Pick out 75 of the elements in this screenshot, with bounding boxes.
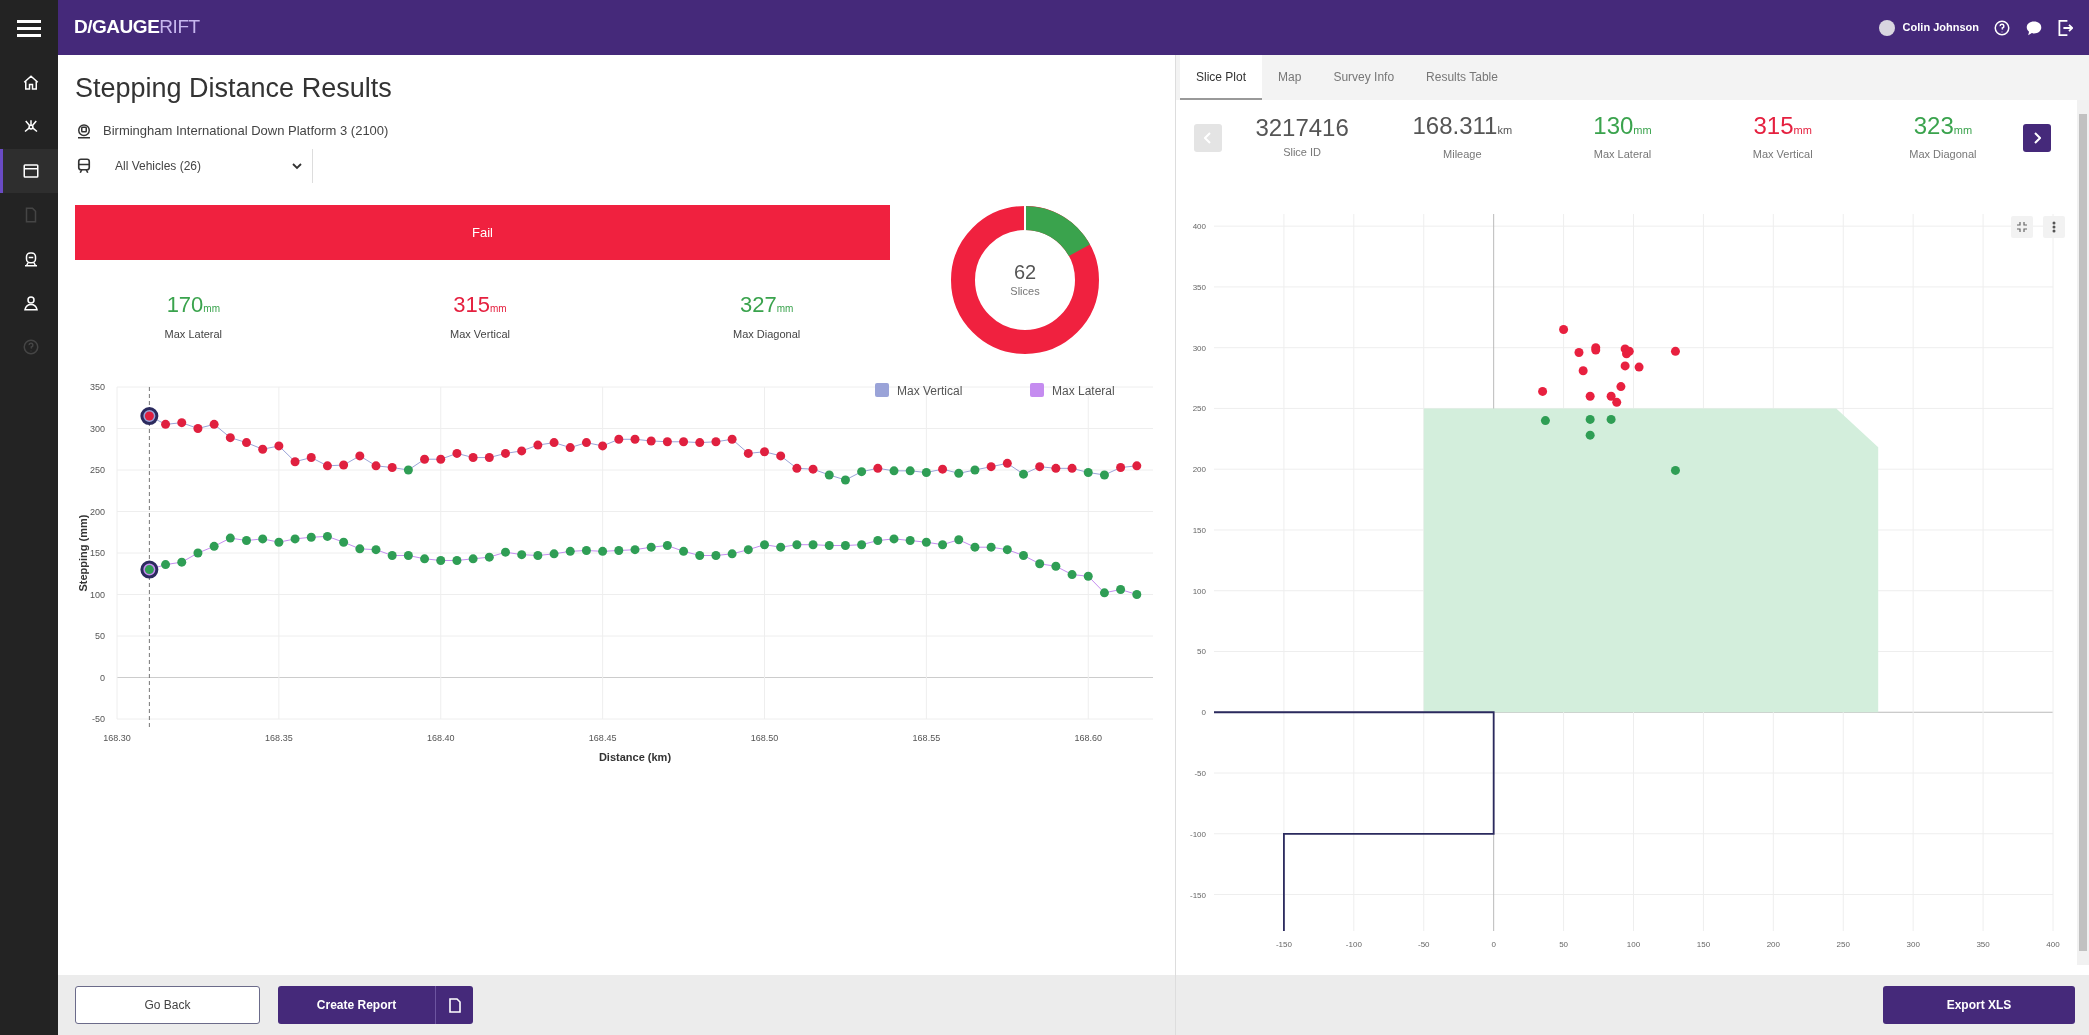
axis-tick-label: 100 (89, 589, 105, 600)
export-button[interactable]: Export XLS (1883, 986, 2075, 1024)
stat-label: Max Lateral (1593, 147, 1652, 163)
tab[interactable]: Survey Info (1317, 55, 1411, 100)
tab[interactable]: Slice Plot (1180, 55, 1263, 100)
back-button[interactable]: Go Back (75, 986, 260, 1024)
axis-tick-label: 150 (89, 548, 105, 558)
axis-tick-label: 350 (1976, 940, 1990, 949)
axis-tick-label: -100 (1345, 940, 1362, 949)
location-text: Birmingham International Down Platform 3 (2100) (103, 122, 389, 141)
donut-label: Slices (1010, 283, 1040, 299)
axis-tick-label: 168.55 (912, 733, 941, 743)
axis-tick-label: -50 (1417, 940, 1430, 949)
stat-label: Max Diagonal (1909, 147, 1977, 163)
axis-tick-label: 168.30 (103, 733, 131, 743)
tab[interactable]: Map (1262, 55, 1318, 100)
axis-tick-label: 0 (1491, 940, 1496, 949)
stat-label: Max Vertical (450, 327, 510, 342)
axis-tick-label: 100 (1192, 586, 1206, 596)
axis-tick-label: 0 (1201, 708, 1206, 718)
stat-value: 168.311km (1412, 112, 1513, 142)
axis-tick-label: 50 (95, 631, 105, 641)
axis-title: Distance (km) (598, 751, 672, 763)
axis-tick-label: 300 (89, 423, 105, 434)
axis-tick-label: -150 (1190, 890, 1206, 900)
axis-tick-label: 300 (1906, 940, 1920, 949)
axis-tick-label: 350 (89, 382, 105, 392)
axis-tick-label: 168.60 (1074, 733, 1102, 743)
legend-label[interactable]: Max Vertical (897, 384, 963, 398)
axis-tick-label: 50 (1559, 940, 1569, 949)
axis-tick-label: 168.50 (750, 733, 779, 743)
axis-tick-label: 168.40 (427, 733, 455, 743)
page-title: Stepping Distance Results (75, 72, 393, 105)
donut-value: 62 (1013, 260, 1037, 283)
axis-tick-label: -100 (1190, 829, 1206, 839)
axis-tick-label: -50 (1194, 769, 1206, 778)
stat-label: Slice ID (1283, 145, 1322, 161)
logo: D/GAUGERIFT (74, 15, 200, 40)
axis-tick-label: 300 (1192, 343, 1206, 353)
verdict-banner: Fail (75, 205, 890, 260)
axis-tick-label: 250 (1836, 940, 1850, 949)
report-button[interactable]: Create Report (278, 986, 473, 1024)
axis-tick-label: 200 (1766, 940, 1780, 949)
tab[interactable]: Results Table (1410, 55, 1514, 100)
stat-value: 315mm (453, 292, 507, 319)
stat-label: Max Diagonal (733, 327, 801, 342)
axis-tick-label: 350 (1192, 282, 1206, 292)
axis-tick-label: 400 (2046, 940, 2060, 949)
stat-value: 323mm (1913, 112, 1973, 142)
user-name: Colin Johnson (1902, 20, 1979, 36)
stat-value: 130mm (1593, 112, 1652, 142)
axis-tick-label: 250 (1192, 404, 1206, 414)
stat-value: 170mm (166, 292, 220, 319)
axis-tick-label: 168.35 (265, 733, 293, 743)
axis-tick-label: 200 (1192, 465, 1206, 475)
vehicle-select[interactable]: All Vehicles (26) (103, 149, 313, 183)
axis-tick-label: 168.45 (588, 733, 617, 743)
axis-tick-label: 400 (1192, 222, 1206, 232)
axis-tick-label: 200 (89, 506, 105, 517)
axis-tick-label: 50 (1197, 647, 1206, 657)
axis-title: Stepping (mm) (77, 514, 89, 592)
axis-tick-label: -150 (1275, 940, 1292, 949)
stat-label: Mileage (1443, 147, 1482, 163)
stat-value: 315mm (1753, 112, 1812, 142)
stat-label: Max Vertical (1752, 147, 1813, 163)
stat-value: 327mm (739, 292, 794, 319)
axis-tick-label: 250 (89, 465, 105, 475)
axis-tick-label: 150 (1192, 525, 1206, 535)
axis-tick-label: -50 (92, 714, 105, 724)
stat-value: 3217416 (1255, 114, 1349, 143)
legend-label[interactable]: Max Lateral (1052, 384, 1115, 398)
stat-label: Max Lateral (164, 327, 223, 342)
axis-tick-label: 150 (1696, 940, 1711, 949)
axis-tick-label: 100 (1626, 940, 1641, 949)
axis-tick-label: 0 (100, 672, 105, 683)
